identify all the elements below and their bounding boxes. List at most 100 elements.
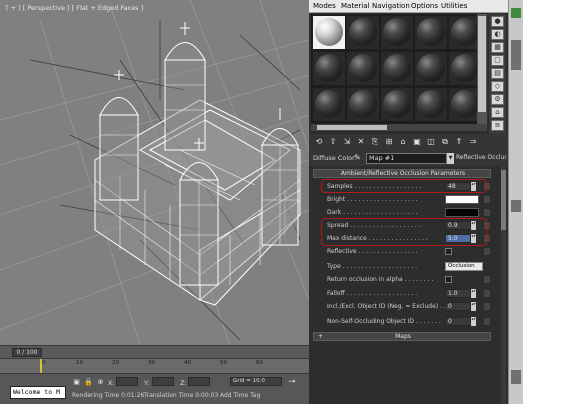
sample-sphere: [349, 90, 377, 118]
sample-slot[interactable]: [415, 52, 447, 85]
uv-tiling-icon[interactable]: ▢: [491, 55, 504, 66]
make-unique-icon[interactable]: ⊞: [383, 136, 395, 148]
sample-sphere: [383, 54, 411, 82]
reflective-checkbox[interactable]: [445, 248, 452, 255]
sample-slot[interactable]: [313, 88, 345, 121]
key-icon[interactable]: ⊸: [288, 378, 304, 387]
rollout-header[interactable]: Ambient/Reflective Occlusion Parameters: [313, 169, 491, 178]
menu-modes[interactable]: Modes: [313, 2, 336, 10]
menu-material[interactable]: Material: [341, 2, 369, 10]
background-icon[interactable]: ▦: [491, 42, 504, 53]
backlight-icon[interactable]: ◐: [491, 29, 504, 40]
map-slot-button[interactable]: [483, 289, 491, 298]
param-label: Type . . . . . . . . . . . . . . . . . .…: [327, 263, 418, 270]
bright-color-swatch[interactable]: [445, 195, 479, 204]
slot-options-sidebar: ● ◐ ▦ ▢ ▤ ◇ ⚙ ⌂ ≡: [489, 14, 506, 134]
select-by-material-icon[interactable]: ⌂: [491, 107, 504, 118]
rollout-title: Ambient/Reflective Occlusion Parameters: [340, 170, 466, 177]
sample-slot[interactable]: [381, 52, 413, 85]
sample-slot[interactable]: [415, 88, 447, 121]
z-field[interactable]: [188, 377, 210, 386]
map-slot-button[interactable]: [483, 317, 491, 326]
rollout-scrollbar[interactable]: [501, 166, 506, 404]
show-end-result-icon[interactable]: ⧉: [439, 136, 451, 148]
absolute-mode-icon[interactable]: ⊕: [96, 378, 105, 387]
diffuse-label: Diffuse Color:: [313, 154, 357, 162]
lock-icon[interactable]: 🔒: [84, 378, 93, 387]
viewport-label[interactable]: [ + ] [ Perspective ] [ Flat + Edged Fac…: [6, 4, 143, 12]
material-name-dropdown-icon[interactable]: ▼: [447, 153, 454, 164]
video-color-check-icon[interactable]: ▤: [491, 68, 504, 79]
falloff-field[interactable]: 1.0: [445, 289, 471, 298]
rendering-time: Rendering Time 0:01:26: [72, 392, 145, 399]
options-icon[interactable]: ⚙: [491, 94, 504, 105]
x-field[interactable]: [116, 377, 138, 386]
add-time-tag[interactable]: Add Time Tag: [220, 392, 260, 399]
map-slot-button[interactable]: [483, 195, 491, 204]
scroll-thumb[interactable]: [317, 125, 387, 130]
spinner-icon[interactable]: ▴▾: [471, 302, 476, 311]
go-forward-icon[interactable]: ⇒: [467, 136, 479, 148]
sample-slot[interactable]: [381, 16, 413, 49]
scroll-thumb[interactable]: [478, 16, 486, 112]
slots-vertical-scrollbar[interactable]: [477, 14, 487, 124]
scroll-thumb[interactable]: [501, 170, 506, 230]
menu-navigation[interactable]: Navigation: [372, 2, 410, 10]
show-map-icon[interactable]: ◫: [425, 136, 437, 148]
sample-sphere: [315, 90, 343, 118]
picker-icon[interactable]: ✎: [354, 153, 364, 163]
param-reflective: Reflective . . . . . . . . . . . . . . .…: [313, 246, 491, 257]
sample-type-icon[interactable]: ●: [491, 16, 504, 27]
menu-utilities[interactable]: Utilities: [441, 2, 467, 10]
map-slot-button[interactable]: [483, 247, 491, 256]
param-non-self-occluding: Non-Self-Occluding Object ID . . . . . .…: [313, 316, 491, 327]
x-label: X:: [108, 379, 115, 387]
return-occlusion-checkbox[interactable]: [445, 276, 452, 283]
y-label: Y:: [144, 379, 150, 387]
param-falloff: Falloff . . . . . . . . . . . . . . . . …: [313, 288, 491, 299]
sample-slot[interactable]: [415, 16, 447, 49]
get-material-icon[interactable]: ⟲: [313, 136, 325, 148]
map-slot-button[interactable]: [483, 275, 491, 284]
dark-color-swatch[interactable]: [445, 208, 479, 217]
parameters-rollout: Ambient/Reflective Occlusion Parameters …: [313, 166, 499, 404]
timeline-ruler[interactable]: 0 10 20 30 40 50 60: [0, 358, 309, 374]
timeline-tick: 60: [256, 360, 263, 366]
copy-icon[interactable]: ⎘: [369, 136, 381, 148]
spinner-icon[interactable]: ▴▾: [471, 289, 476, 298]
selection-icon[interactable]: ▣: [72, 378, 81, 387]
material-navigator-icon[interactable]: ≡: [491, 120, 504, 131]
sample-slot[interactable]: [381, 88, 413, 121]
type-dropdown[interactable]: Occlusion: [445, 262, 483, 271]
perspective-viewport[interactable]: [ + ] [ Perspective ] [ Flat + Edged Fac…: [0, 0, 309, 345]
time-slider-thumb[interactable]: 0 / 100: [12, 348, 42, 357]
incl-excl-field[interactable]: 0: [445, 302, 471, 311]
sample-slot[interactable]: [313, 52, 345, 85]
timeline-tick: 0: [42, 360, 46, 366]
maps-rollout-header[interactable]: + Maps: [313, 332, 491, 341]
maxscript-listener[interactable]: Welcome to M: [10, 386, 66, 399]
material-type-button[interactable]: Reflective Occlusion: [456, 154, 506, 161]
y-field[interactable]: [152, 377, 174, 386]
make-preview-icon[interactable]: ◇: [491, 81, 504, 92]
menu-options[interactable]: Options: [411, 2, 438, 10]
map-slot-button[interactable]: [483, 208, 491, 217]
time-slider[interactable]: 0 / 100: [0, 345, 309, 358]
assign-to-selection-icon[interactable]: ⇲: [341, 136, 353, 148]
slots-horizontal-scrollbar[interactable]: [311, 124, 487, 131]
put-to-scene-icon[interactable]: ⇧: [327, 136, 339, 148]
go-to-parent-icon[interactable]: ⇑: [453, 136, 465, 148]
put-to-library-icon[interactable]: ⌂: [397, 136, 409, 148]
spinner-icon[interactable]: ▴▾: [471, 317, 476, 326]
sample-slot[interactable]: [347, 88, 379, 121]
material-name-field[interactable]: Map #1: [366, 153, 447, 164]
material-id-icon[interactable]: ▣: [411, 136, 423, 148]
reset-icon[interactable]: ✕: [355, 136, 367, 148]
panel-block: [511, 40, 521, 70]
sample-sphere: [349, 18, 377, 46]
sample-slot[interactable]: [347, 16, 379, 49]
sample-slot[interactable]: [313, 16, 345, 49]
map-slot-button[interactable]: [483, 302, 491, 311]
sample-slot[interactable]: [347, 52, 379, 85]
non-self-occluding-field[interactable]: 0: [445, 317, 471, 326]
